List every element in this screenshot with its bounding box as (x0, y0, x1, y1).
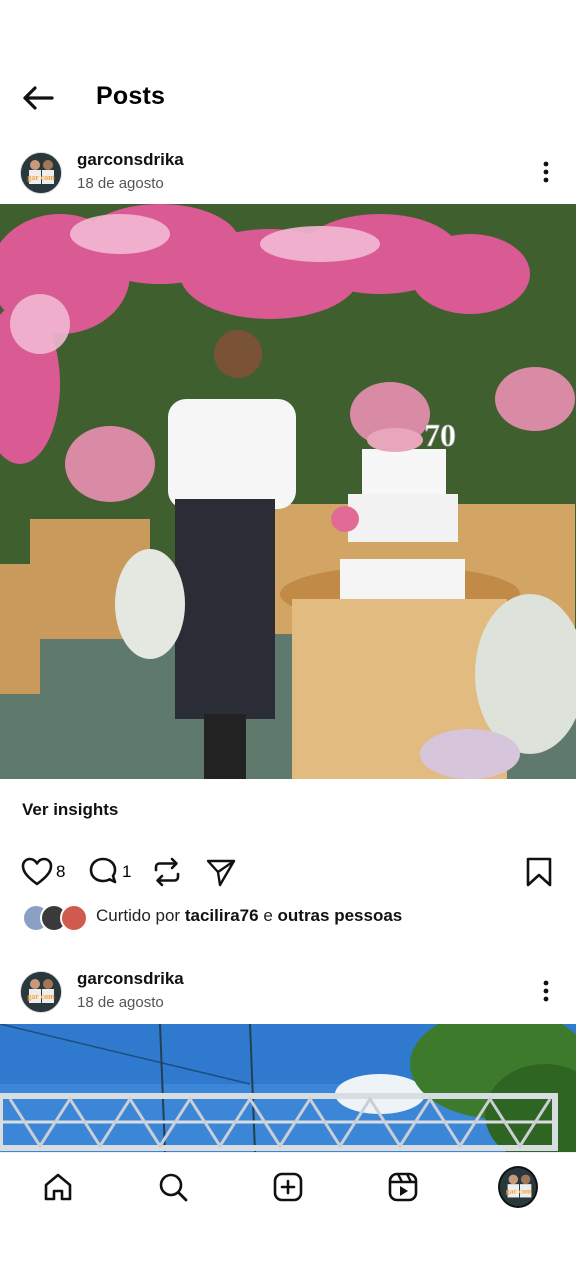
username[interactable]: garconsdrika (77, 150, 184, 170)
create-icon (273, 1172, 303, 1202)
post-actions: 8 1 (0, 850, 576, 894)
avatar-logo-text: gar com (506, 1187, 533, 1196)
back-button[interactable] (18, 78, 58, 118)
like-button[interactable]: 8 (20, 854, 65, 890)
avatar[interactable]: gar com (20, 971, 62, 1013)
send-icon (206, 859, 236, 887)
top-bar: Posts (0, 64, 576, 130)
avatar[interactable]: gar com (20, 152, 62, 194)
save-button[interactable] (522, 854, 556, 890)
comment-button[interactable]: 1 (86, 854, 131, 890)
more-options-button[interactable] (528, 973, 564, 1009)
avatar-logo-text: gar com (27, 173, 55, 182)
more-options-button[interactable] (528, 154, 564, 190)
more-vertical-icon (543, 161, 549, 183)
share-button[interactable] (204, 854, 238, 890)
nav-search[interactable] (153, 1167, 193, 1207)
more-vertical-icon (543, 980, 549, 1002)
nav-reels[interactable] (383, 1167, 423, 1207)
like-count: 8 (56, 862, 66, 881)
post-image[interactable]: 70 (0, 204, 576, 779)
post-date: 18 de agosto (77, 175, 164, 192)
reels-icon (388, 1172, 418, 1202)
view-insights-link[interactable]: Ver insights (22, 800, 118, 820)
nav-profile[interactable]: gar com (498, 1166, 538, 1208)
post-header: gar com garconsdrika 18 de agosto (0, 967, 576, 1027)
heart-icon (21, 857, 53, 886)
liked-by-text: Curtido por tacilira76 e outras pessoas (96, 906, 402, 926)
liker-avatar (60, 904, 88, 932)
liked-by-user[interactable]: tacilira76 (185, 906, 259, 925)
repost-icon (154, 857, 180, 887)
profile-avatar: gar com (498, 1166, 538, 1208)
post-header: gar com garconsdrika 18 de agosto (0, 148, 576, 208)
home-icon (44, 1173, 72, 1201)
liked-by-others[interactable]: outras pessoas (278, 906, 403, 925)
bottom-nav: gar com (0, 1152, 576, 1221)
search-icon (159, 1173, 188, 1202)
liked-by-mid: e (263, 906, 273, 925)
liked-by-row[interactable]: Curtido por tacilira76 e outras pessoas (22, 904, 562, 932)
liked-by-prefix: Curtido por (96, 906, 181, 925)
post-date: 18 de agosto (77, 994, 164, 1011)
page-title: Posts (96, 82, 166, 110)
post-image[interactable] (0, 1024, 576, 1152)
nav-home[interactable] (38, 1167, 78, 1207)
comment-icon (89, 857, 117, 884)
cake-topper-number: 70 (424, 417, 456, 453)
bookmark-icon (526, 857, 552, 887)
username[interactable]: garconsdrika (77, 969, 184, 989)
arrow-left-icon (23, 86, 54, 110)
repost-button[interactable] (150, 854, 184, 890)
nav-create[interactable] (268, 1167, 308, 1207)
comment-count: 1 (122, 862, 132, 881)
avatar-logo-text: gar com (27, 992, 55, 1001)
